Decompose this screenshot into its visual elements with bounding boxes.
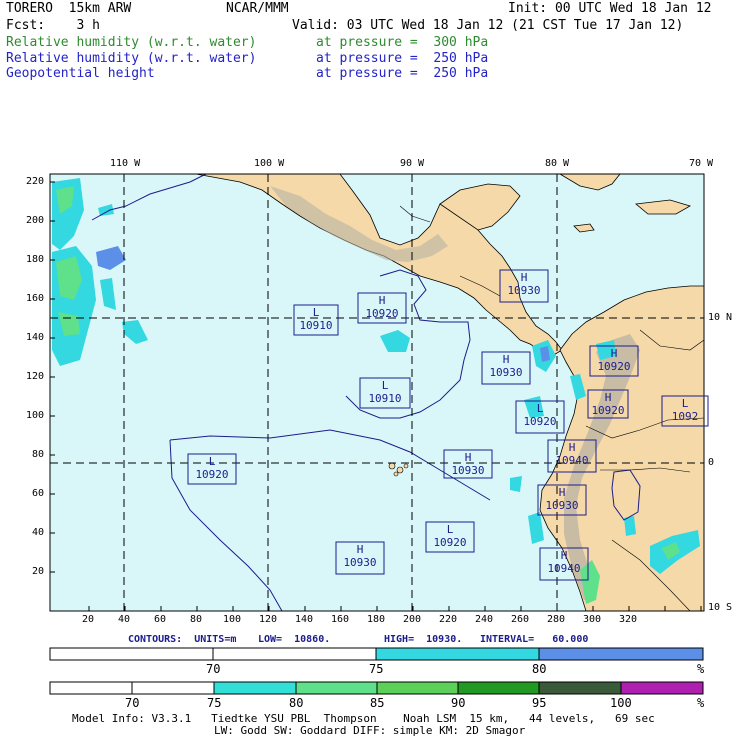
colorbar2-segment [538,681,622,695]
colorbar1-label: 80 [532,662,547,676]
colorbar2-label: 85 [370,696,385,710]
colorbar1-label: 75 [369,662,384,676]
colorbar2-segment [457,681,540,695]
colorbar2-label: 95 [532,696,547,710]
colorbar1-label: % [697,662,705,676]
colorbar-2 [49,681,704,695]
colorbar2-segment [376,681,459,695]
colorbar2-label: 100 [610,696,632,710]
colorbar-1 [49,647,704,661]
colorbar2-segment [295,681,378,695]
colorbar2-segment [131,681,215,695]
colorbar1-segment [49,647,214,661]
colorbar2-label: 75 [207,696,222,710]
colorbar2-label: 80 [289,696,304,710]
colorbars [49,647,704,695]
colorbar2-label: % [697,696,705,710]
colorbar2-segment [620,681,704,695]
colorbar1-segment [212,647,377,661]
colorbar1-label: 70 [206,662,221,676]
colorbar2-segment [213,681,297,695]
colorbar1-segment [538,647,704,661]
colorbar2-label: 90 [451,696,466,710]
model-info-line2: LW: Godd SW: Goddard DIFF: simple KM: 2D… [214,724,526,737]
colorbar2-label: 70 [125,696,140,710]
colorbar1-segment [375,647,540,661]
colorbar2-segment [49,681,133,695]
